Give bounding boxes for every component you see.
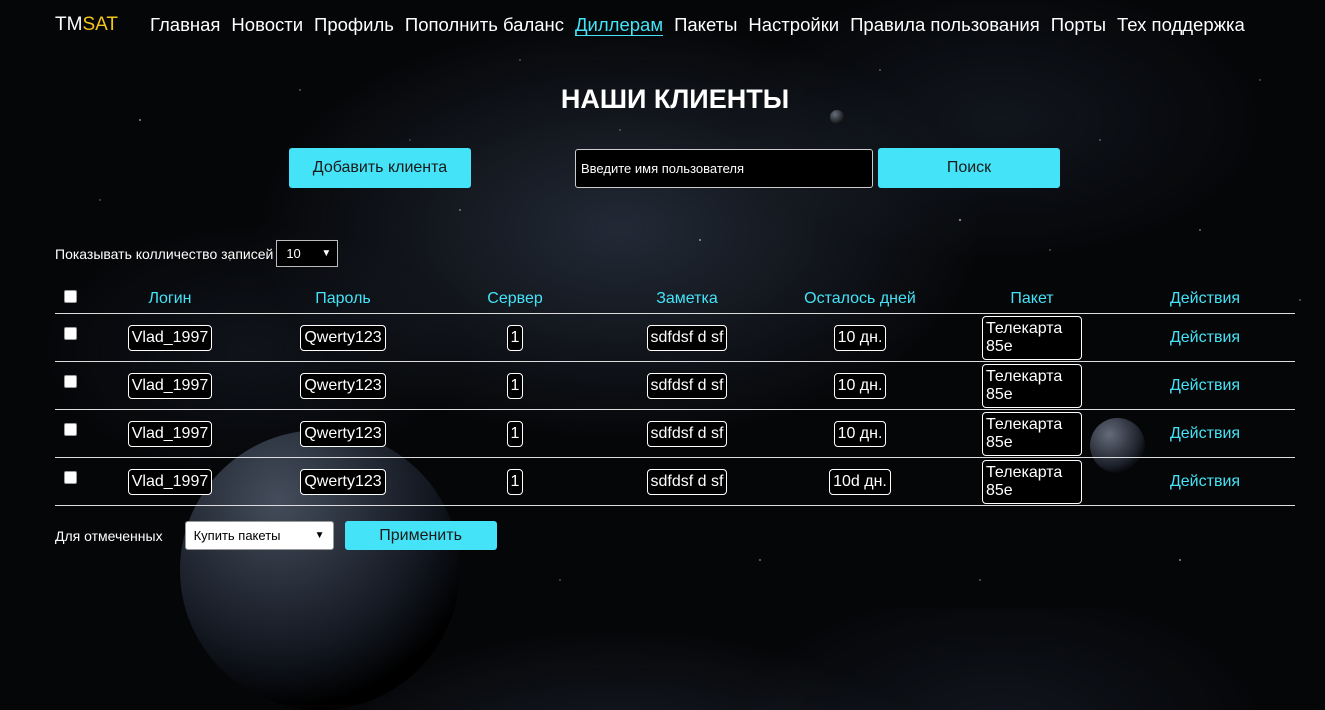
row-checkbox[interactable] — [63, 422, 77, 436]
password-value: Qwerty123 — [300, 420, 386, 447]
row-checkbox[interactable] — [63, 326, 77, 340]
actions-link[interactable]: Действия — [1170, 329, 1240, 347]
server-value: 1 — [506, 372, 524, 399]
select-all-cell — [63, 285, 77, 307]
table-row: Vlad_1997 Qwerty123 1 sdfdsf d sf 10 дн.… — [55, 410, 1295, 458]
days-left-value: 10 дн. — [833, 420, 887, 447]
days-left-value: 10d дн. — [829, 468, 891, 495]
logo-sat: SAT — [82, 14, 118, 35]
actions-link[interactable]: Действия — [1170, 473, 1240, 491]
nav-item-top-up[interactable]: Пополнить баланс — [405, 14, 564, 36]
bulk-label: Для отмеченных — [55, 527, 163, 544]
login-value: Vlad_1997 — [127, 372, 213, 399]
select-all-checkbox[interactable] — [63, 289, 77, 303]
header-note: Заметка — [656, 290, 718, 307]
chevron-down-icon: ▼ — [321, 248, 332, 259]
logo-tm: TM — [55, 14, 83, 35]
nav-item-packages[interactable]: Пакеты — [674, 14, 737, 36]
nav-item-news[interactable]: Новости — [231, 14, 303, 36]
add-client-button[interactable]: Добавить клиента — [289, 148, 471, 188]
row-checkbox-cell — [63, 410, 77, 448]
nav-item-settings[interactable]: Настройки — [748, 14, 839, 36]
table-row: Vlad_1997 Qwerty123 1 sdfdsf d sf 10 дн.… — [55, 314, 1295, 362]
note-value: sdfdsf d sf — [646, 372, 728, 399]
row-checkbox-cell — [63, 362, 77, 400]
nav-item-terms[interactable]: Правила пользования — [850, 14, 1040, 36]
bulk-action-select[interactable]: Купить пакеты ▼ — [184, 521, 334, 550]
server-value: 1 — [506, 468, 524, 495]
top-navigation: TMSAT Главная Новости Профиль Пополнить … — [0, 0, 1325, 50]
nav-item-support[interactable]: Тех поддержка — [1117, 14, 1245, 36]
server-value: 1 — [506, 324, 524, 351]
clients-table: Логин Пароль Сервер Заметка Осталось дне… — [55, 285, 1295, 506]
package-value: Телекарта 85е — [982, 363, 1082, 408]
search-button[interactable]: Поиск — [878, 148, 1060, 188]
table-row: Vlad_1997 Qwerty123 1 sdfdsf d sf 10d дн… — [55, 458, 1295, 506]
note-value: sdfdsf d sf — [646, 324, 728, 351]
server-value: 1 — [506, 420, 524, 447]
header-package: Пакет — [1010, 290, 1054, 307]
package-value: Телекарта 85е — [982, 315, 1082, 360]
page-title: НАШИ КЛИЕНТЫ — [560, 84, 790, 114]
records-label: Показывать колличество записей — [55, 245, 274, 262]
table-header: Логин Пароль Сервер Заметка Осталось дне… — [55, 285, 1295, 314]
actions-link[interactable]: Действия — [1170, 425, 1240, 443]
nav-item-profile[interactable]: Профиль — [314, 14, 394, 36]
note-value: sdfdsf d sf — [646, 420, 728, 447]
header-login: Логин — [148, 290, 192, 307]
actions-link[interactable]: Действия — [1170, 377, 1240, 395]
records-select[interactable]: 10 ▼ — [276, 240, 339, 267]
header-actions: Действия — [1169, 290, 1241, 307]
login-value: Vlad_1997 — [127, 468, 213, 495]
apply-button[interactable]: Применить — [344, 521, 497, 550]
bulk-actions: Для отмеченных Купить пакеты ▼ Применить — [55, 521, 497, 550]
note-value: sdfdsf d sf — [646, 468, 728, 495]
days-left-value: 10 дн. — [833, 324, 887, 351]
nav-item-home[interactable]: Главная — [150, 14, 220, 36]
table-row: Vlad_1997 Qwerty123 1 sdfdsf d sf 10 дн.… — [55, 362, 1295, 410]
row-checkbox-cell — [63, 314, 77, 352]
row-checkbox[interactable] — [63, 470, 77, 484]
row-checkbox-cell — [63, 458, 77, 496]
nav-item-ports[interactable]: Порты — [1051, 14, 1106, 36]
header-server: Сервер — [487, 290, 543, 307]
days-left-value: 10 дн. — [833, 372, 887, 399]
records-select-value: 10 — [286, 246, 301, 261]
row-checkbox[interactable] — [63, 374, 77, 388]
logo[interactable]: TMSAT — [55, 14, 118, 36]
package-value: Телекарта 85е — [982, 411, 1082, 456]
main-menu: Главная Новости Профиль Пополнить баланс… — [150, 14, 1245, 36]
bulk-action-value: Купить пакеты — [193, 528, 281, 543]
records-per-page: Показывать колличество записей 10 ▼ — [55, 240, 339, 267]
login-value: Vlad_1997 — [127, 420, 213, 447]
chevron-down-icon: ▼ — [314, 530, 325, 541]
password-value: Qwerty123 — [300, 372, 386, 399]
search-input[interactable]: Введите имя пользователя — [575, 149, 873, 188]
header-password: Пароль — [315, 290, 371, 307]
password-value: Qwerty123 — [300, 468, 386, 495]
password-value: Qwerty123 — [300, 324, 386, 351]
login-value: Vlad_1997 — [127, 324, 213, 351]
package-value: Телекарта 85е — [982, 459, 1082, 504]
header-days-left: Осталось дней — [804, 290, 916, 307]
nav-item-dealers[interactable]: Диллерам — [575, 14, 663, 36]
